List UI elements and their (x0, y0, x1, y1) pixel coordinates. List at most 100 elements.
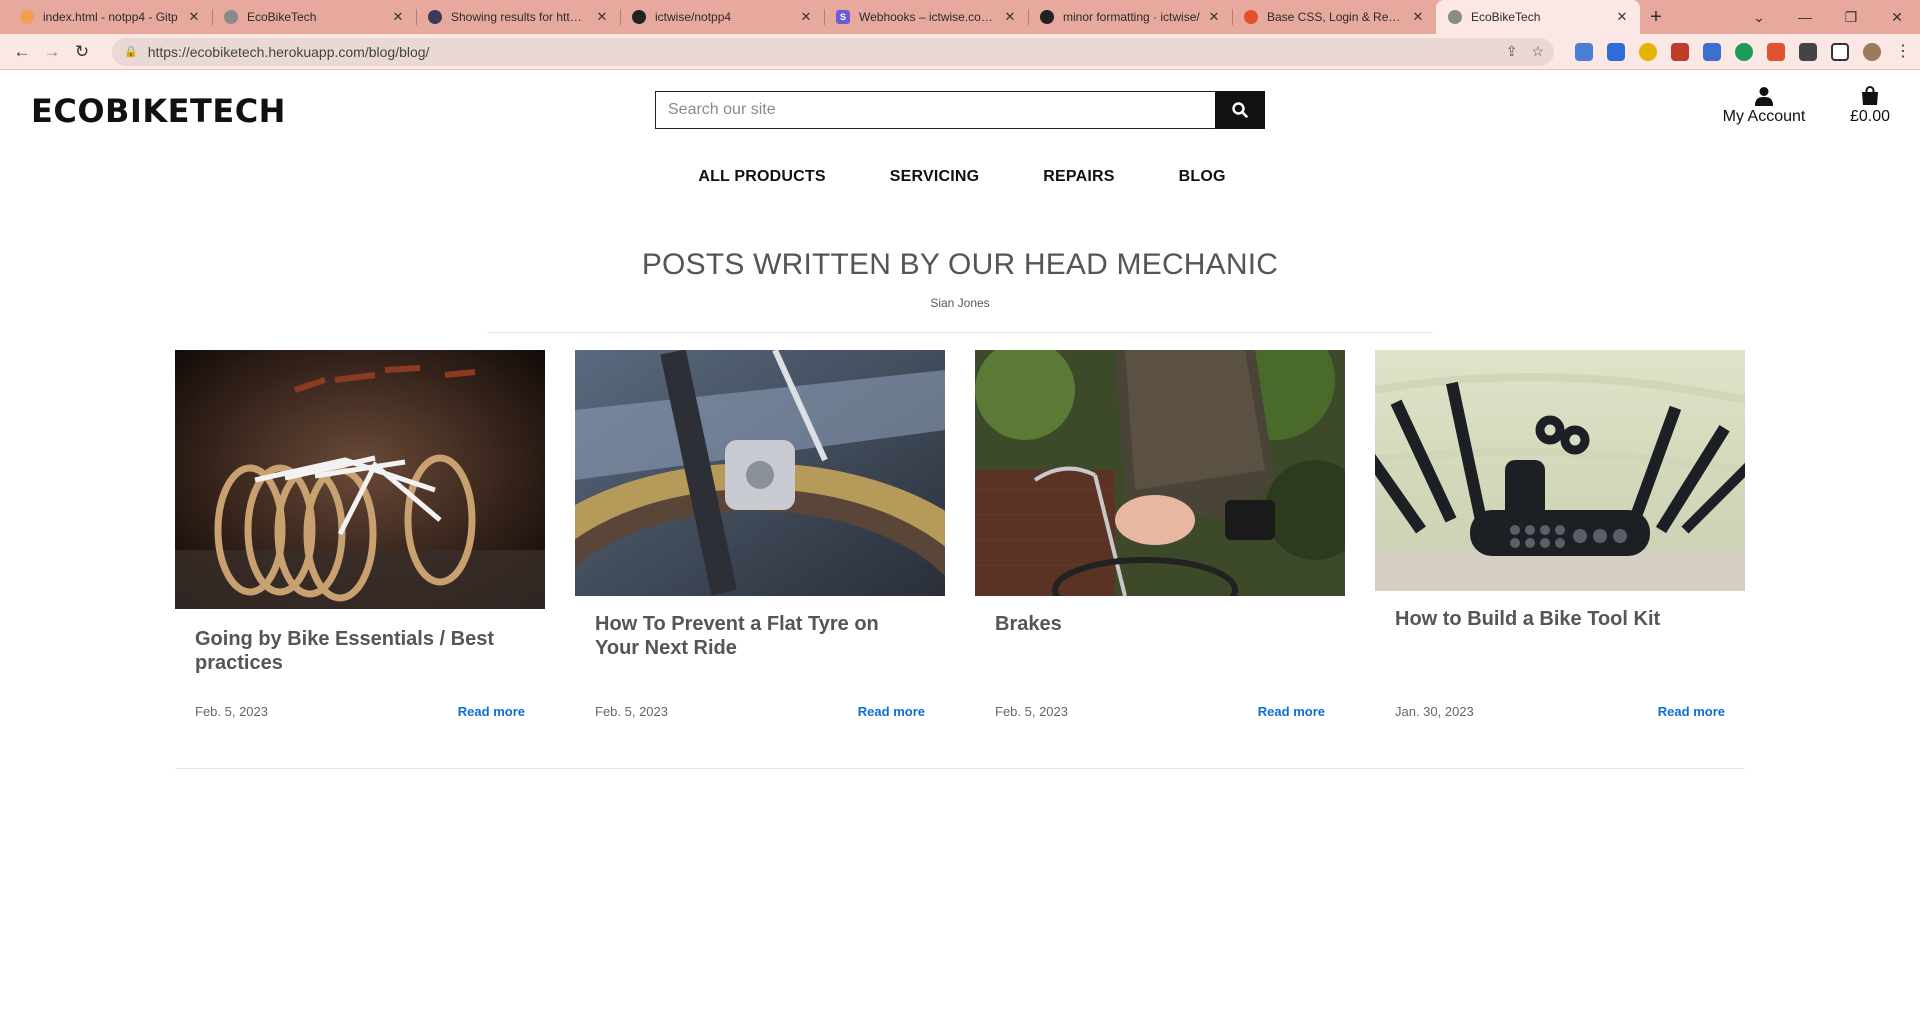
browser-tab-active[interactable]: EcoBikeTech ✕ (1436, 0, 1640, 34)
bookmark-star-icon[interactable]: ☆ (1531, 43, 1544, 60)
search-icon (1232, 102, 1248, 118)
post-date: Feb. 5, 2023 (995, 704, 1068, 719)
forward-icon[interactable]: → (38, 38, 66, 66)
tab-title: minor formatting · ictwise/ (1063, 10, 1200, 24)
tab-title: Base CSS, Login & Registra (1267, 10, 1404, 24)
read-more-link[interactable]: Read more (858, 704, 925, 719)
tab-title: index.html - notpp4 - Gitp (43, 10, 178, 24)
restore-icon[interactable]: ❐ (1828, 0, 1874, 34)
page-title: POSTS WRITTEN BY OUR HEAD MECHANIC (641, 248, 1279, 281)
tab-title: ictwise/notpp4 (655, 10, 732, 24)
close-tab-icon[interactable]: ✕ (1002, 9, 1018, 25)
nav-servicing[interactable]: SERVICING (890, 168, 980, 186)
nav-blog[interactable]: BLOG (1179, 168, 1226, 186)
post-title[interactable]: Brakes (995, 612, 1325, 636)
github-icon (1040, 10, 1054, 24)
main-navigation: ALL PRODUCTS SERVICING REPAIRS BLOG (0, 168, 1920, 186)
validator-icon (428, 10, 442, 24)
new-tab-button[interactable]: + (1640, 0, 1672, 34)
url-text[interactable]: https://ecobiketech.herokuapp.com/blog/b… (148, 44, 1492, 60)
browser-toolbar: ← → ↻ 🔒 https://ecobiketech.herokuapp.co… (0, 34, 1920, 70)
translate-icon[interactable] (1607, 42, 1625, 61)
close-tab-icon[interactable]: ✕ (1410, 9, 1426, 25)
extension-icon[interactable] (1767, 42, 1785, 61)
lock-icon[interactable]: 🔒 (124, 45, 138, 58)
close-tab-icon[interactable]: ✕ (798, 9, 814, 25)
close-window-icon[interactable]: ✕ (1874, 0, 1920, 34)
tab-title: Showing results for https:/ (451, 10, 588, 24)
address-bar[interactable]: 🔒 https://ecobiketech.herokuapp.com/blog… (112, 37, 1554, 66)
avatar[interactable] (1863, 42, 1881, 61)
website: ECOBIKETECH My Account £0.00 ALL PRODUCT… (0, 70, 1920, 1032)
blog-post-card: Going by Bike Essentials / Best practice… (175, 350, 545, 746)
nav-all-products[interactable]: ALL PRODUCTS (698, 168, 825, 186)
read-more-link[interactable]: Read more (1658, 704, 1725, 719)
codeinstitute-icon (1244, 10, 1258, 24)
tab-title: Webhooks – ictwise.co.uk (859, 10, 996, 24)
post-date: Jan. 30, 2023 (1395, 704, 1474, 719)
basket-total: £0.00 (1849, 108, 1891, 125)
site-logo[interactable]: ECOBIKETECH (31, 92, 286, 130)
post-title[interactable]: How to Build a Bike Tool Kit (1395, 607, 1725, 631)
shopping-bag-icon (1862, 86, 1878, 105)
browser-tab[interactable]: minor formatting · ictwise/ ✕ (1028, 0, 1232, 34)
extension-icon[interactable] (1639, 42, 1657, 61)
my-account-label: My Account (1722, 108, 1806, 125)
tab-title: EcoBikeTech (1471, 10, 1541, 24)
my-account-link[interactable]: My Account (1716, 86, 1812, 126)
browser-tab[interactable]: EcoBikeTech ✕ (212, 0, 416, 34)
post-date: Feb. 5, 2023 (195, 704, 268, 719)
extension-icon[interactable] (1575, 42, 1593, 61)
extension-icon[interactable] (1735, 42, 1753, 61)
basket-link[interactable]: £0.00 (1842, 86, 1898, 126)
post-image-bicycle-brake[interactable] (575, 350, 945, 596)
browser-tab[interactable]: Base CSS, Login & Registra ✕ (1232, 0, 1436, 34)
post-image-white-bicycles[interactable] (175, 350, 545, 609)
read-more-link[interactable]: Read more (458, 704, 525, 719)
browser-tab[interactable]: index.html - notpp4 - Gitp ✕ (8, 0, 212, 34)
search-input[interactable] (655, 91, 1215, 129)
user-icon (1755, 87, 1773, 106)
blog-post-card: How To Prevent a Flat Tyre on Your Next … (575, 350, 945, 746)
stripe-icon: S (836, 10, 850, 24)
nav-repairs[interactable]: REPAIRS (1043, 168, 1114, 186)
blog-post-card: Brakes Feb. 5, 2023 Read more (975, 350, 1345, 746)
kebab-menu-icon[interactable]: ⋮ (1895, 43, 1911, 61)
minimize-icon[interactable]: — (1782, 0, 1828, 34)
post-image-woman-riding[interactable] (975, 350, 1345, 596)
blog-post-card: How to Build a Bike Tool Kit Jan. 30, 20… (1375, 350, 1745, 746)
post-image-bike-multi-tool[interactable] (1375, 350, 1745, 591)
globe-icon (224, 10, 238, 24)
sidepanel-icon[interactable] (1831, 42, 1849, 61)
close-tab-icon[interactable]: ✕ (1206, 9, 1222, 25)
close-tab-icon[interactable]: ✕ (594, 9, 610, 25)
divider (487, 332, 1433, 333)
search-form (655, 91, 1265, 129)
share-icon[interactable]: ⇪ (1506, 43, 1518, 60)
globe-icon (1448, 10, 1462, 24)
post-title[interactable]: How To Prevent a Flat Tyre on Your Next … (595, 612, 925, 660)
close-tab-icon[interactable]: ✕ (390, 9, 406, 25)
tab-search-icon[interactable]: ⌄ (1736, 0, 1782, 34)
read-more-link[interactable]: Read more (1258, 704, 1325, 719)
browser-tab[interactable]: ictwise/notpp4 ✕ (620, 0, 824, 34)
search-button[interactable] (1215, 91, 1265, 129)
close-tab-icon[interactable]: ✕ (1614, 9, 1630, 25)
blog-post-list: Going by Bike Essentials / Best practice… (175, 350, 1745, 746)
browser-tab-strip: index.html - notpp4 - Gitp ✕ EcoBikeTech ✕… (0, 0, 1920, 34)
tab-title: EcoBikeTech (247, 10, 317, 24)
close-tab-icon[interactable]: ✕ (186, 9, 202, 25)
post-date: Feb. 5, 2023 (595, 704, 668, 719)
extension-icon[interactable] (1671, 42, 1689, 61)
author-name: Sian Jones (930, 296, 990, 310)
reload-icon[interactable]: ↻ (68, 38, 96, 66)
window-controls: ⌄ — ❐ ✕ (1736, 0, 1920, 34)
puzzle-icon[interactable] (1799, 42, 1817, 61)
browser-tab[interactable]: S Webhooks – ictwise.co.uk ✕ (824, 0, 1028, 34)
back-icon[interactable]: ← (8, 38, 36, 66)
post-title[interactable]: Going by Bike Essentials / Best practice… (195, 627, 525, 675)
extension-icon[interactable] (1703, 42, 1721, 61)
browser-tab[interactable]: Showing results for https:/ ✕ (416, 0, 620, 34)
divider (175, 768, 1745, 769)
github-icon (632, 10, 646, 24)
